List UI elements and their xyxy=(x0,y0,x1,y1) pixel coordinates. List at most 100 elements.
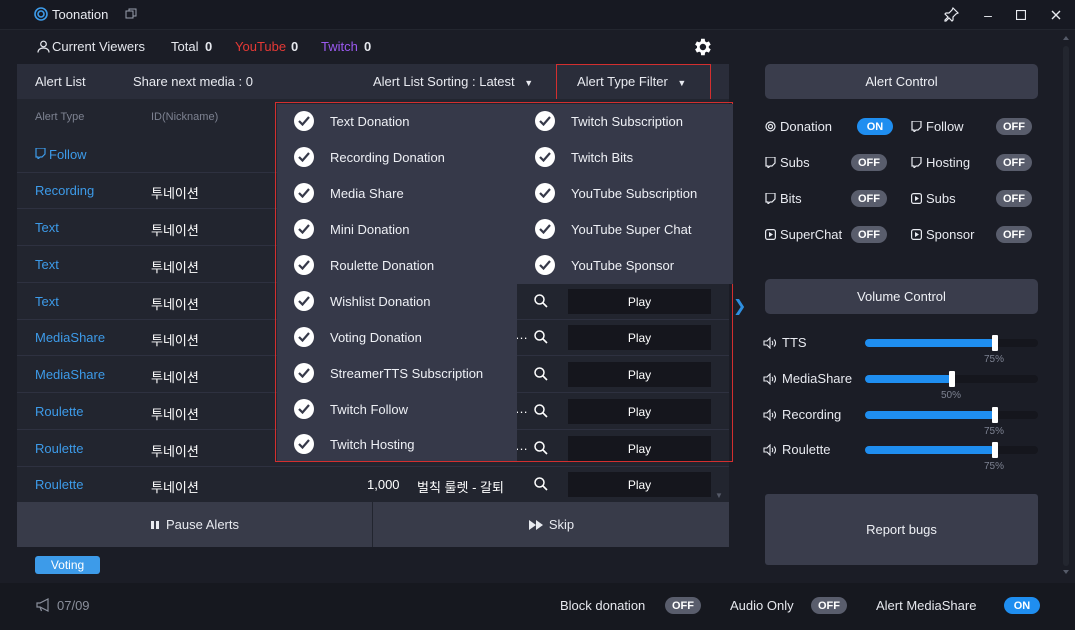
block-donation-toggle[interactable]: OFF xyxy=(665,597,701,614)
alert-type-link[interactable]: Roulette xyxy=(35,441,83,456)
checkmark-icon xyxy=(294,111,314,131)
filter-option-youtube-subscription[interactable]: YouTube Subscription xyxy=(535,182,697,204)
superchat-toggle[interactable]: OFF xyxy=(851,226,887,243)
audio-only-toggle[interactable]: OFF xyxy=(811,597,847,614)
alert-type-link[interactable]: Recording xyxy=(35,183,94,198)
total-count: 0 xyxy=(205,39,213,54)
youtube-label: YouTube xyxy=(235,39,287,54)
slider-handle[interactable] xyxy=(948,371,955,387)
nickname: 투네이션 xyxy=(151,186,199,201)
maximize-button[interactable] xyxy=(1010,4,1032,26)
filter-option-recording-donation[interactable]: Recording Donation xyxy=(294,146,445,168)
volume-text: TTS xyxy=(782,335,807,350)
tts-volume-slider[interactable] xyxy=(865,335,1038,351)
donation-toggle[interactable]: ON xyxy=(857,118,893,135)
filter-option-streamertts-subscription[interactable]: StreamerTTS Subscription xyxy=(294,362,483,384)
alert-type-link[interactable]: Text xyxy=(35,257,59,272)
filter-option-mini-donation[interactable]: Mini Donation xyxy=(294,218,410,240)
alert-type-link[interactable]: Roulette xyxy=(35,404,83,419)
roulette-volume-slider[interactable] xyxy=(865,442,1038,458)
alert-sorting-label: Alert List Sorting : Latest xyxy=(373,74,515,89)
filter-option-label: YouTube Super Chat xyxy=(571,221,692,237)
right-panel-scrollbar[interactable] xyxy=(1060,30,1072,580)
alert-sorting-dropdown[interactable]: Alert List Sorting : Latest ▼ xyxy=(373,74,533,89)
toggle-text: Follow xyxy=(926,119,964,134)
alert-type-link[interactable]: Follow xyxy=(35,147,87,162)
twitch-icon xyxy=(765,193,776,204)
restore-icon[interactable] xyxy=(125,8,137,20)
viewer-bar: Current Viewers Total 0 YouTube 0 Twitch… xyxy=(0,30,1060,64)
filter-option-roulette-donation[interactable]: Roulette Donation xyxy=(294,254,434,276)
filter-option-twitch-hosting[interactable]: Twitch Hosting xyxy=(294,433,415,455)
close-button[interactable] xyxy=(1045,4,1067,26)
slider-handle[interactable] xyxy=(991,442,998,458)
bits-toggle[interactable]: OFF xyxy=(851,190,887,207)
follow-toggle[interactable]: OFF xyxy=(996,118,1032,135)
filter-option-media-share[interactable]: Media Share xyxy=(294,182,404,204)
youtube-icon xyxy=(911,229,922,240)
filter-option-label: YouTube Subscription xyxy=(571,185,698,201)
nickname: 투네이션 xyxy=(151,223,199,238)
volume-control-button[interactable]: Volume Control xyxy=(765,279,1038,314)
alert-type-link[interactable]: MediaShare xyxy=(35,367,105,382)
youtube-subs-toggle[interactable]: OFF xyxy=(996,190,1032,207)
twitch-icon xyxy=(911,157,922,168)
report-bugs-button[interactable]: Report bugs xyxy=(765,494,1038,565)
settings-gear-icon[interactable] xyxy=(691,36,713,58)
filter-option-voting-donation[interactable]: Voting Donation xyxy=(294,326,422,348)
filter-option-youtube-sponsor[interactable]: YouTube Sponsor xyxy=(535,254,674,276)
filter-option-text-donation[interactable]: Text Donation xyxy=(294,110,410,132)
nickname: 투네이션 xyxy=(151,407,199,422)
toggle-label-hosting: Hosting xyxy=(911,155,970,170)
table-row[interactable]: Roulette 투네이션 1,000 벌칙 룰렛 - 갈퇴 Play xyxy=(17,466,729,502)
sponsor-toggle[interactable]: OFF xyxy=(996,226,1032,243)
twitch-label: Twitch xyxy=(321,39,358,54)
search-icon[interactable] xyxy=(533,476,549,492)
total-label: Total xyxy=(171,39,199,54)
slider-fill xyxy=(865,411,995,419)
filter-option-twitch-follow[interactable]: Twitch Follow xyxy=(294,398,408,420)
slider-handle[interactable] xyxy=(991,335,998,351)
alert-type-link[interactable]: MediaShare xyxy=(35,330,105,345)
checkmark-icon xyxy=(535,147,555,167)
checkmark-icon xyxy=(294,183,314,203)
audio-only-label: Audio Only xyxy=(730,598,794,613)
filter-option-twitch-subscription[interactable]: Twitch Subscription xyxy=(535,110,683,132)
tts-volume-percent: 75% xyxy=(984,354,1005,365)
minimize-button[interactable]: – xyxy=(977,4,999,26)
twitch-subs-toggle[interactable]: OFF xyxy=(851,154,887,171)
chevron-right-icon[interactable]: ❯ xyxy=(733,296,746,316)
user-icon xyxy=(37,40,50,53)
alert-type-link[interactable]: Roulette xyxy=(35,477,83,492)
volume-label-tts: TTS xyxy=(763,335,807,350)
slider-fill xyxy=(865,375,952,383)
checkmark-icon xyxy=(294,255,314,275)
hosting-toggle[interactable]: OFF xyxy=(996,154,1032,171)
filter-option-label: Media Share xyxy=(330,185,404,201)
right-panel: Alert Control Donation ON Follow OFF Sub… xyxy=(753,64,1050,567)
filter-option-label: StreamerTTS Subscription xyxy=(330,365,484,381)
skip-button[interactable]: Skip xyxy=(374,502,729,547)
nickname: 투네이션 xyxy=(151,333,199,348)
play-button[interactable]: Play xyxy=(568,472,711,497)
filter-option-twitch-bits[interactable]: Twitch Bits xyxy=(535,146,633,168)
pin-icon[interactable] xyxy=(944,6,960,22)
alert-type-link[interactable]: Text xyxy=(35,220,59,235)
voting-badge[interactable]: Voting xyxy=(35,556,100,574)
alert-control-button[interactable]: Alert Control xyxy=(765,64,1038,99)
filter-option-youtube-super-chat[interactable]: YouTube Super Chat xyxy=(535,218,691,240)
checkmark-icon xyxy=(294,434,314,454)
filter-option-wishlist-donation[interactable]: Wishlist Donation xyxy=(294,290,430,312)
mediashare-volume-slider[interactable] xyxy=(865,371,1038,387)
slider-handle[interactable] xyxy=(991,407,998,423)
toggle-label-subs: Subs xyxy=(765,155,810,170)
recording-volume-slider[interactable] xyxy=(865,407,1038,423)
toggle-text: Subs xyxy=(926,191,956,206)
alert-mediashare-toggle[interactable]: ON xyxy=(1004,597,1040,614)
volume-label-recording: Recording xyxy=(763,407,841,422)
twitch-icon xyxy=(911,121,922,132)
pause-alerts-button[interactable]: Pause Alerts xyxy=(17,502,373,547)
nickname: 투네이션 xyxy=(151,444,199,459)
alert-type-link[interactable]: Text xyxy=(35,294,59,309)
scroll-down-icon[interactable]: ▼ xyxy=(715,491,723,500)
